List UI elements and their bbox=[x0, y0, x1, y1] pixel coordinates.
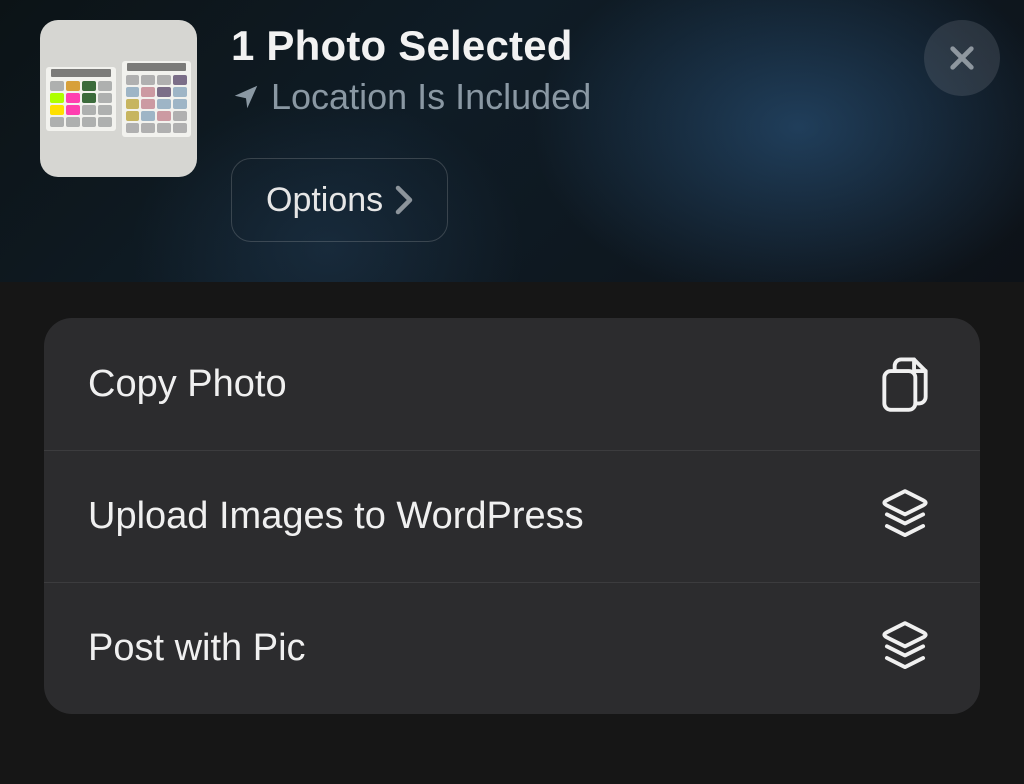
upload-wordpress-action[interactable]: Upload Images to WordPress bbox=[44, 450, 980, 582]
action-label: Upload Images to WordPress bbox=[88, 495, 584, 538]
copy-icon bbox=[874, 353, 936, 415]
share-header: 1 Photo Selected Location Is Included Op… bbox=[0, 0, 1024, 282]
copy-photo-action[interactable]: Copy Photo bbox=[44, 318, 980, 450]
shortcuts-icon bbox=[874, 618, 936, 680]
share-actions-area: Copy Photo Upload Images to WordPress bbox=[0, 282, 1024, 784]
location-arrow-icon bbox=[231, 82, 261, 112]
thumbnail-content bbox=[46, 67, 116, 131]
share-title: 1 Photo Selected bbox=[231, 22, 984, 70]
share-sheet: 1 Photo Selected Location Is Included Op… bbox=[0, 0, 1024, 784]
share-header-text: 1 Photo Selected Location Is Included Op… bbox=[231, 20, 984, 242]
thumbnail-content bbox=[122, 61, 192, 137]
location-subtitle: Location Is Included bbox=[231, 76, 984, 118]
shortcuts-icon bbox=[874, 486, 936, 548]
options-button-label: Options bbox=[266, 181, 383, 220]
close-button[interactable] bbox=[924, 20, 1000, 96]
close-icon bbox=[946, 42, 978, 74]
action-label: Copy Photo bbox=[88, 363, 287, 406]
chevron-right-icon bbox=[395, 185, 413, 215]
location-subtitle-label: Location Is Included bbox=[271, 76, 591, 118]
post-with-pic-action[interactable]: Post with Pic bbox=[44, 582, 980, 714]
options-button[interactable]: Options bbox=[231, 158, 448, 242]
action-label: Post with Pic bbox=[88, 627, 306, 670]
selected-photo-thumbnail[interactable] bbox=[40, 20, 197, 177]
share-action-group: Copy Photo Upload Images to WordPress bbox=[44, 318, 980, 714]
